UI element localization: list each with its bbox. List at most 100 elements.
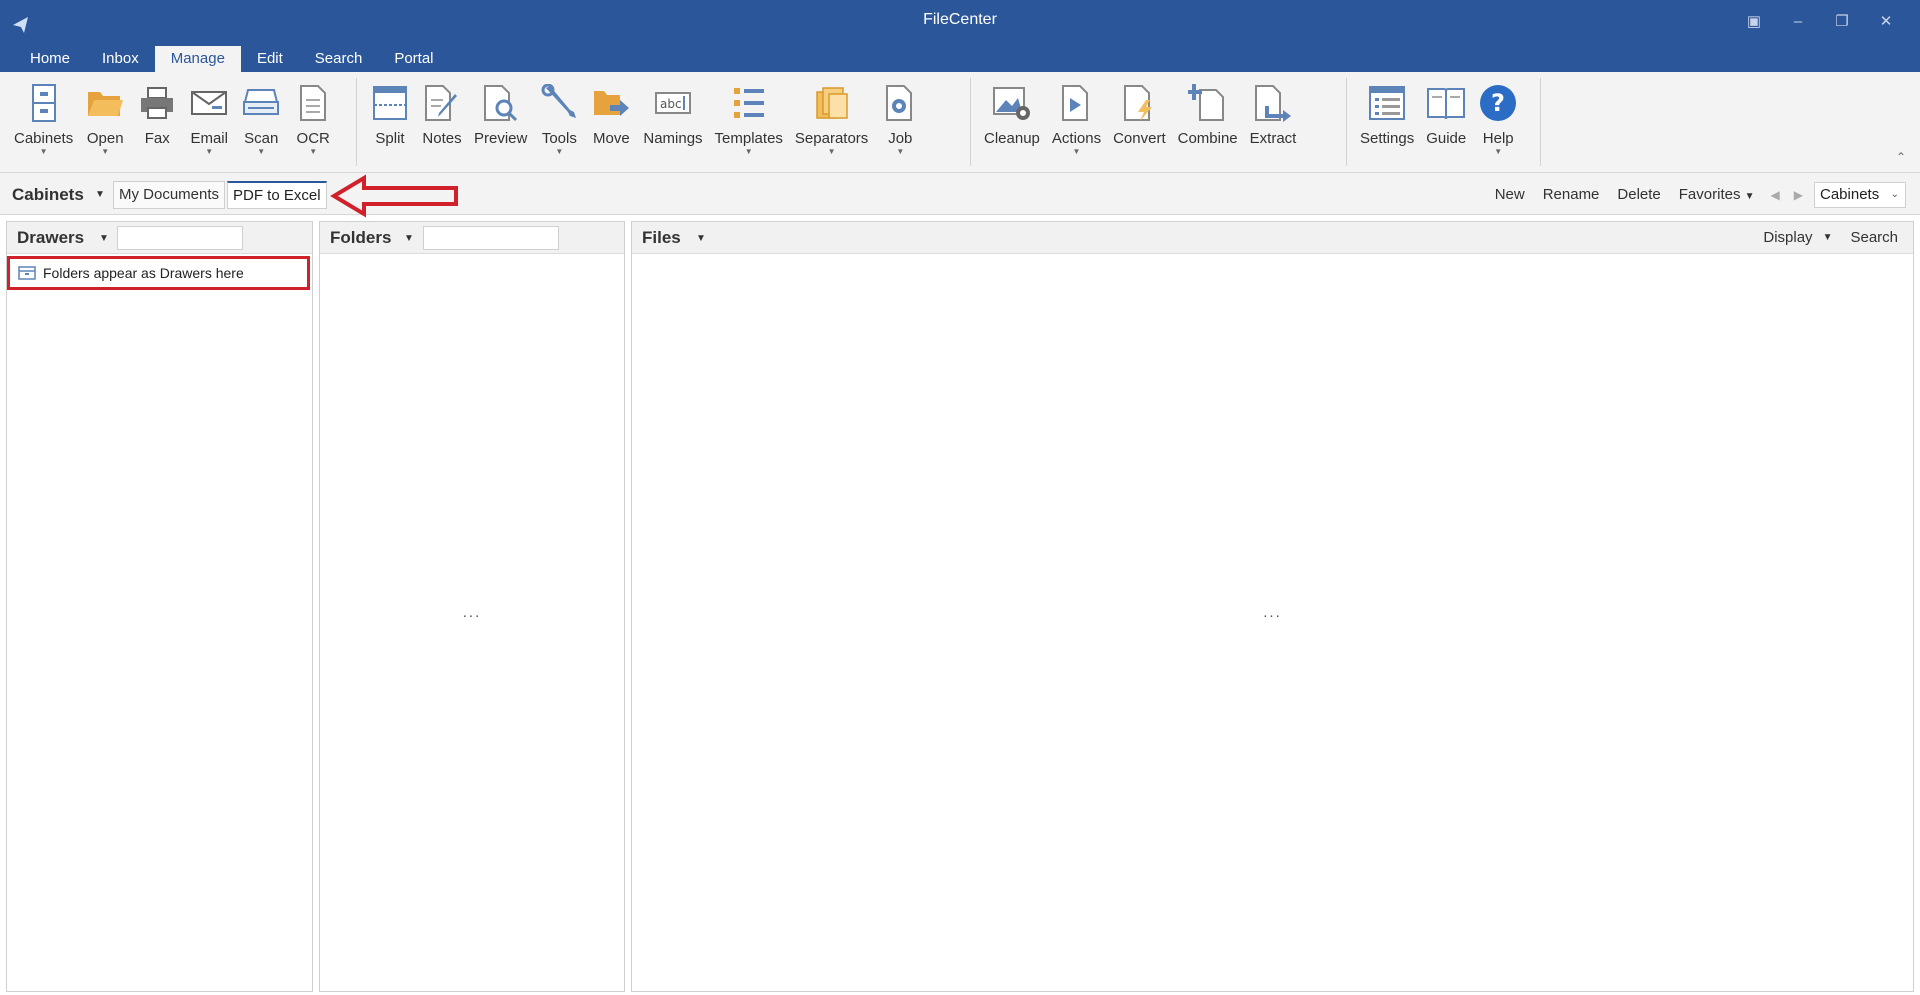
chevron-down-icon: ▼ bbox=[896, 147, 905, 156]
folders-empty-indicator: ... bbox=[462, 604, 482, 621]
ribbon-group-documents: Cabinets ▼ Open ▼ Fax Email ▼ Scan ▼ OCR… bbox=[8, 74, 339, 168]
tab-home[interactable]: Home bbox=[14, 46, 86, 72]
back-arrow-icon[interactable]: ◀ bbox=[1764, 188, 1787, 202]
split-page-icon bbox=[373, 86, 407, 120]
annotation-arrow-icon bbox=[330, 174, 458, 218]
chevron-down-icon: ▼ bbox=[1744, 191, 1755, 202]
chevron-down-icon: ▼ bbox=[101, 147, 110, 156]
templates-list-icon bbox=[733, 88, 764, 118]
chevron-down-icon: ▼ bbox=[1494, 147, 1503, 156]
title-bar: FileCenter ▣ – ❐ ✕ Home Inbox Manage Edi… bbox=[0, 0, 1920, 72]
guide-button[interactable]: Guide bbox=[1420, 74, 1472, 168]
job-button[interactable]: Job ▼ bbox=[874, 74, 926, 168]
tools-button[interactable]: Tools ▼ bbox=[533, 74, 585, 168]
folders-filter-input[interactable] bbox=[423, 226, 559, 250]
new-cabinet-button[interactable]: New bbox=[1486, 181, 1534, 209]
drawers-header: Drawers ▼ bbox=[7, 222, 312, 254]
chevron-down-icon: ▼ bbox=[39, 147, 48, 156]
chevron-down-icon[interactable]: ▼ bbox=[99, 233, 109, 244]
chevron-down-icon: ⌄ bbox=[1890, 189, 1899, 200]
ocr-button[interactable]: OCR ▼ bbox=[287, 74, 339, 168]
printer-icon bbox=[141, 87, 174, 119]
extract-button[interactable]: Extract bbox=[1244, 74, 1303, 168]
tab-search[interactable]: Search bbox=[299, 46, 379, 72]
settings-list-icon bbox=[1369, 86, 1406, 120]
folders-title[interactable]: Folders bbox=[330, 228, 391, 248]
tab-inbox[interactable]: Inbox bbox=[86, 46, 155, 72]
drawers-title[interactable]: Drawers bbox=[17, 228, 84, 248]
close-button[interactable]: ✕ bbox=[1864, 8, 1908, 34]
ribbon-divider bbox=[970, 78, 971, 166]
drawers-pane: Drawers ▼ Folders appear as Drawers here bbox=[6, 221, 313, 992]
ribbon-group-help: Settings Guide ? Help ▼ bbox=[1354, 74, 1524, 168]
templates-button[interactable]: Templates ▼ bbox=[709, 74, 789, 168]
email-button[interactable]: Email ▼ bbox=[183, 74, 235, 168]
combine-button[interactable]: Combine bbox=[1172, 74, 1244, 168]
chevron-down-icon[interactable]: ▼ bbox=[95, 189, 105, 200]
chevron-down-icon: ▼ bbox=[744, 147, 753, 156]
namings-button[interactable]: abc Namings bbox=[637, 74, 708, 168]
cabinet-tab-my-documents[interactable]: My Documents bbox=[113, 181, 226, 209]
chevron-down-icon: ▼ bbox=[205, 147, 214, 156]
window-title: FileCenter bbox=[923, 11, 997, 28]
move-button[interactable]: Move bbox=[585, 74, 637, 168]
collapse-ribbon-icon[interactable]: ⌃ bbox=[1896, 150, 1906, 164]
chevron-down-icon[interactable]: ▼ bbox=[696, 233, 706, 244]
chevron-down-icon[interactable]: ▼ bbox=[404, 233, 414, 244]
tab-edit[interactable]: Edit bbox=[241, 46, 299, 72]
cleanup-button[interactable]: Cleanup bbox=[978, 74, 1046, 168]
ribbon-divider bbox=[356, 78, 357, 166]
scan-button[interactable]: Scan ▼ bbox=[235, 74, 287, 168]
cabinet-icon bbox=[31, 84, 56, 122]
files-header: Files ▼ Display ▼ Search bbox=[632, 222, 1913, 254]
display-button[interactable]: Display bbox=[1758, 229, 1817, 246]
split-button[interactable]: Split bbox=[364, 74, 416, 168]
drawers-filter-input[interactable] bbox=[117, 226, 243, 250]
files-empty-indicator: ... bbox=[1263, 604, 1282, 621]
help-button[interactable]: ? Help ▼ bbox=[1472, 74, 1524, 168]
naming-abc-icon: abc bbox=[654, 92, 691, 114]
fax-button[interactable]: Fax bbox=[131, 74, 183, 168]
cleanup-image-icon bbox=[992, 87, 1030, 120]
menu-tabs: Home Inbox Manage Edit Search Portal bbox=[14, 46, 450, 72]
folders-pane: Folders ▼ ... bbox=[319, 221, 625, 992]
tab-manage[interactable]: Manage bbox=[154, 46, 241, 72]
delete-cabinet-button[interactable]: Delete bbox=[1608, 181, 1669, 209]
cabinets-dropdown[interactable]: Cabinets ⌄ bbox=[1814, 182, 1906, 208]
convert-button[interactable]: Convert bbox=[1107, 74, 1172, 168]
chevron-down-icon[interactable]: ▼ bbox=[1818, 232, 1838, 243]
preview-magnifier-icon bbox=[483, 85, 517, 122]
chevron-down-icon: ▼ bbox=[257, 147, 266, 156]
ribbon-divider bbox=[1540, 78, 1541, 166]
favorites-button[interactable]: Favorites ▼ bbox=[1670, 181, 1764, 209]
open-button[interactable]: Open ▼ bbox=[79, 74, 131, 168]
cabinets-button[interactable]: Cabinets ▼ bbox=[8, 74, 79, 168]
tab-portal[interactable]: Portal bbox=[378, 46, 449, 72]
settings-button[interactable]: Settings bbox=[1354, 74, 1420, 168]
ribbon-toolbar: Cabinets ▼ Open ▼ Fax Email ▼ Scan ▼ OCR… bbox=[0, 72, 1920, 173]
window-controls: ▣ – ❐ ✕ bbox=[1732, 8, 1908, 34]
forward-arrow-icon[interactable]: ▶ bbox=[1787, 188, 1810, 202]
actions-button[interactable]: Actions ▼ bbox=[1046, 74, 1107, 168]
separators-button[interactable]: Separators ▼ bbox=[789, 74, 874, 168]
guide-book-icon bbox=[1427, 88, 1466, 120]
folder-open-icon bbox=[88, 92, 124, 116]
drawer-placeholder-item[interactable]: Folders appear as Drawers here bbox=[7, 256, 310, 290]
preview-button[interactable]: Preview bbox=[468, 74, 533, 168]
restore-icon[interactable]: ▣ bbox=[1732, 8, 1776, 34]
notes-button[interactable]: Notes bbox=[416, 74, 468, 168]
minimize-button[interactable]: – bbox=[1776, 8, 1820, 34]
cabinets-menu-label[interactable]: Cabinets bbox=[12, 185, 84, 205]
ribbon-group-edit: Split Notes Preview Tools ▼ Move abc Nam… bbox=[364, 74, 926, 168]
help-question-icon: ? bbox=[1480, 85, 1517, 121]
job-gear-icon bbox=[886, 85, 913, 121]
maximize-button[interactable]: ❐ bbox=[1820, 8, 1864, 34]
drawer-icon bbox=[18, 266, 36, 280]
files-search-button[interactable]: Search bbox=[1845, 229, 1903, 246]
files-title[interactable]: Files bbox=[642, 228, 681, 248]
actions-play-icon bbox=[1062, 85, 1089, 121]
cabinet-actions: New Rename Delete Favorites ▼ ◀ ▶ Cabine… bbox=[1486, 181, 1906, 209]
rename-cabinet-button[interactable]: Rename bbox=[1534, 181, 1609, 209]
cabinet-tab-pdf-to-excel[interactable]: PDF to Excel bbox=[227, 181, 327, 209]
move-folder-icon bbox=[594, 91, 630, 116]
